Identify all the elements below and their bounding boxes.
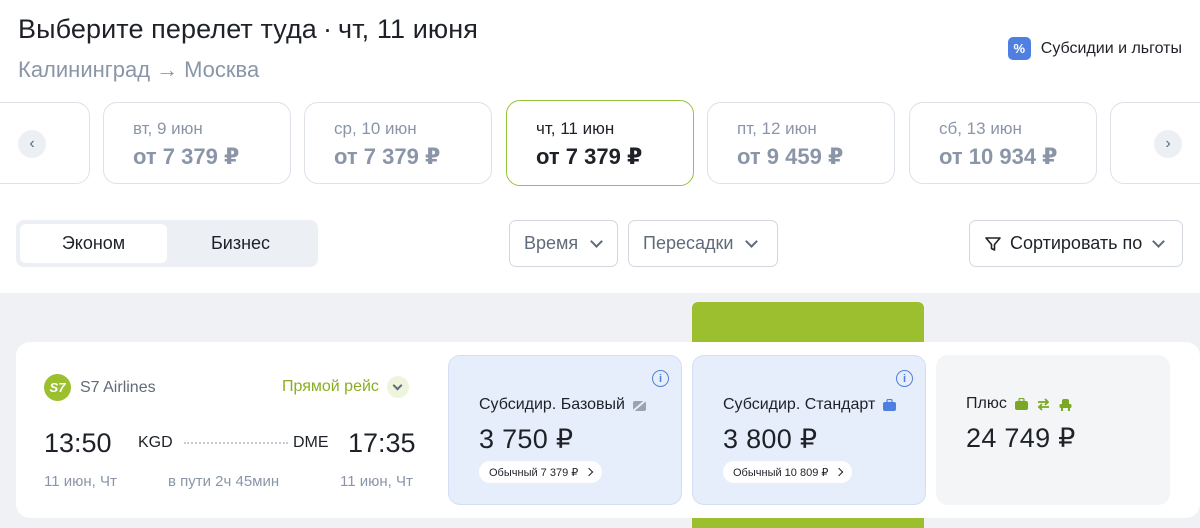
time-filter[interactable]: Время [509,220,618,267]
expand-button[interactable] [386,376,409,398]
airline: S7 S7 Airlines [44,374,156,401]
arrival-time: 17:35 [348,428,416,458]
chevron-down-icon [590,234,604,248]
fare-name: Субсидир. Базовый [479,396,681,414]
chevron-right-icon [835,467,844,477]
fare-name-text: Плюс [966,395,1007,412]
prev-dates-button[interactable]: ‹ [18,130,46,158]
fare-option-basic[interactable]: i Субсидир. Базовый 3 750 ₽ Обычный 7 37… [448,355,682,505]
chevron-down-icon [1152,234,1166,248]
route: Калининград → Москва [18,57,478,83]
info-icon[interactable]: i [652,370,669,387]
route-line [184,442,288,444]
subsidy-link[interactable]: % Субсидии и льготы [1007,37,1182,60]
title-text: Выберите перелет туда [18,14,317,44]
baggage-icon [883,398,897,411]
transfers-filter-label: Пересадки [643,233,734,253]
date-card[interactable]: пт, 12 июн от 9 459 ₽ [707,102,895,184]
regular-price-chip[interactable]: Обычный 10 809 ₽ [723,461,853,483]
page-title: Выберите перелет туда · чт, 11 июня [18,14,478,45]
info-icon[interactable]: i [896,370,913,387]
arrival-date: 11 июн, Чт [340,473,413,490]
date-day: пт, 12 июн [737,119,817,138]
baggage-icon [1014,397,1028,410]
date-carousel: ‹ вт, 9 июн от 7 379 ₽ ср, 10 июн от 7 3… [0,100,1200,186]
arrival-airport: DME [293,434,329,451]
date-card[interactable]: сб, 13 июн от 10 934 ₽ [909,102,1097,184]
chevron-down-icon [745,234,759,248]
fare-option-plus[interactable]: Плюс 24 749 ₽ [936,355,1170,505]
date-price: от 10 934 ₽ [939,144,1058,169]
route-to: Москва [184,57,260,82]
regular-price: Обычный 10 809 ₽ [733,466,829,479]
fare-name-text: Субсидир. Стандарт [723,396,876,413]
chevron-down-icon [392,380,403,390]
date-price: от 7 379 ₽ [334,144,441,169]
date-price: от 7 379 ₽ [133,144,240,169]
chevron-right-icon: › [1165,135,1171,152]
chevron-left-icon: ‹ [29,135,35,152]
next-dates-button[interactable]: › [1154,130,1182,158]
flight-card[interactable]: S7 S7 Airlines Прямой рейс 13:50 KGD DME… [16,342,1200,518]
no-baggage-icon [632,398,647,412]
date-card[interactable]: вт, 9 июн от 7 379 ₽ [103,102,291,184]
title-separator: · [322,14,333,44]
sort-dropdown[interactable]: Сортировать по [969,220,1183,267]
class-switch: Эконом Бизнес [16,220,318,267]
direct-flight-toggle[interactable]: Прямой рейс [282,376,409,398]
fare-price: 24 749 ₽ [966,423,1076,453]
direct-flight-label: Прямой рейс [282,378,379,395]
departure-date: 11 июн, Чт [44,473,117,490]
page-header: Выберите перелет туда · чт, 11 июня Калини… [18,14,478,83]
title-date: чт, 11 июня [338,14,478,44]
exchange-icon [1037,397,1050,411]
fare-price: 3 750 ₽ [479,424,574,454]
fare-name-text: Субсидир. Базовый [479,396,625,413]
date-card[interactable]: ср, 10 июн от 7 379 ₽ [304,102,492,184]
date-day: вт, 9 июн [133,119,203,138]
date-price: от 7 379 ₽ [536,144,643,169]
sort-label: Сортировать по [1010,233,1143,253]
fare-option-standard[interactable]: i Субсидир. Стандарт 3 800 ₽ Обычный 10 … [692,355,926,505]
departure-airport: KGD [138,434,173,451]
date-day: ср, 10 июн [334,119,417,138]
date-day: чт, 11 июн [536,119,615,138]
date-card-selected[interactable]: чт, 11 июн от 7 379 ₽ [506,100,694,186]
date-price: от 9 459 ₽ [737,144,844,169]
fare-name: Субсидир. Стандарт [723,396,925,414]
business-tab[interactable]: Бизнес [167,224,314,263]
route-from: Калининград [18,57,151,82]
fare-name: Плюс [966,395,1170,413]
airline-name: S7 Airlines [80,378,156,396]
departure-time: 13:50 [44,428,112,458]
subsidy-label: Субсидии и льготы [1040,39,1182,57]
filter-funnel-icon [985,236,1001,251]
date-day: сб, 13 июн [939,119,1022,138]
economy-tab[interactable]: Эконом [20,224,167,263]
flight-duration: в пути 2ч 45мин [168,473,280,490]
regular-price-chip[interactable]: Обычный 7 379 ₽ [479,461,603,483]
regular-price: Обычный 7 379 ₽ [489,466,579,479]
transfers-filter[interactable]: Пересадки [628,220,778,267]
time-filter-label: Время [524,233,579,253]
fare-price: 3 800 ₽ [723,424,818,454]
s7-logo-icon: S7 [44,374,71,401]
chevron-right-icon [585,467,594,477]
seat-icon [1059,398,1072,411]
percent-icon: % [1007,37,1031,60]
route-arrow-icon: → [156,57,179,82]
